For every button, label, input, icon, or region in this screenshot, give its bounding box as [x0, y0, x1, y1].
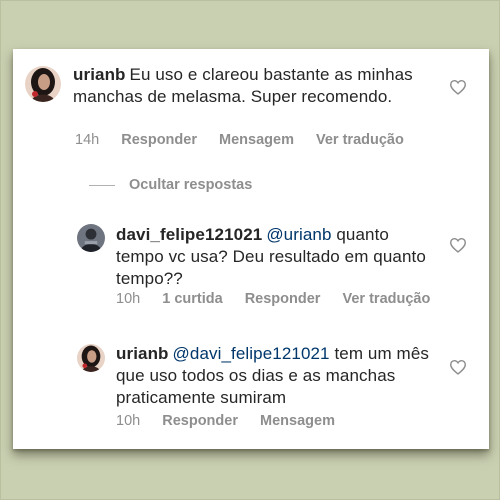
message-button[interactable]: Mensagem	[219, 132, 294, 148]
hide-replies-label: Ocultar respostas	[129, 177, 253, 193]
avatar[interactable]	[77, 224, 105, 252]
heart-outline-icon[interactable]	[449, 79, 467, 95]
comment-time: 14h	[75, 132, 100, 148]
reply-time: 10h	[116, 413, 141, 429]
hide-replies-button[interactable]: Ocultar respostas	[89, 177, 252, 193]
likes-count-button[interactable]: 1 curtida	[162, 291, 222, 307]
replies-divider-line	[89, 184, 115, 186]
reply-username[interactable]: davi_felipe121021	[116, 225, 262, 244]
reply-meta: 10h 1 curtida Responder Ver tradução	[116, 291, 448, 307]
message-button[interactable]: Mensagem	[260, 413, 335, 429]
reply-meta: 10h Responder Mensagem	[116, 413, 353, 429]
reply-button[interactable]: Responder	[162, 413, 238, 429]
reply-mention[interactable]: @davi_felipe121021	[173, 344, 330, 363]
avatar[interactable]	[77, 344, 105, 372]
translate-button[interactable]: Ver tradução	[316, 132, 404, 148]
avatar[interactable]	[25, 66, 61, 102]
heart-outline-icon[interactable]	[449, 237, 467, 253]
reply-button[interactable]: Responder	[245, 291, 321, 307]
heart-outline-icon[interactable]	[449, 359, 467, 375]
reply-button[interactable]: Responder	[121, 132, 197, 148]
comment-meta: 14h Responder Mensagem Ver tradução	[75, 132, 422, 148]
comments-card: urianb Eu uso e clareou bastante as minha…	[13, 49, 489, 449]
reply-username[interactable]: urianb	[116, 344, 169, 363]
comment-username[interactable]: urianb	[73, 65, 126, 84]
translate-button[interactable]: Ver tradução	[342, 291, 430, 307]
comment-text: urianb Eu uso e clareou bastante as minha…	[73, 64, 413, 108]
reply-time: 10h	[116, 291, 141, 307]
reply-text: davi_felipe121021 @urianb quanto tempo vc…	[116, 224, 436, 290]
reply-mention[interactable]: @urianb	[266, 225, 331, 244]
reply-text: urianb @davi_felipe121021 tem um mês que …	[116, 343, 436, 409]
background-frame: urianb Eu uso e clareou bastante as minha…	[0, 0, 500, 500]
